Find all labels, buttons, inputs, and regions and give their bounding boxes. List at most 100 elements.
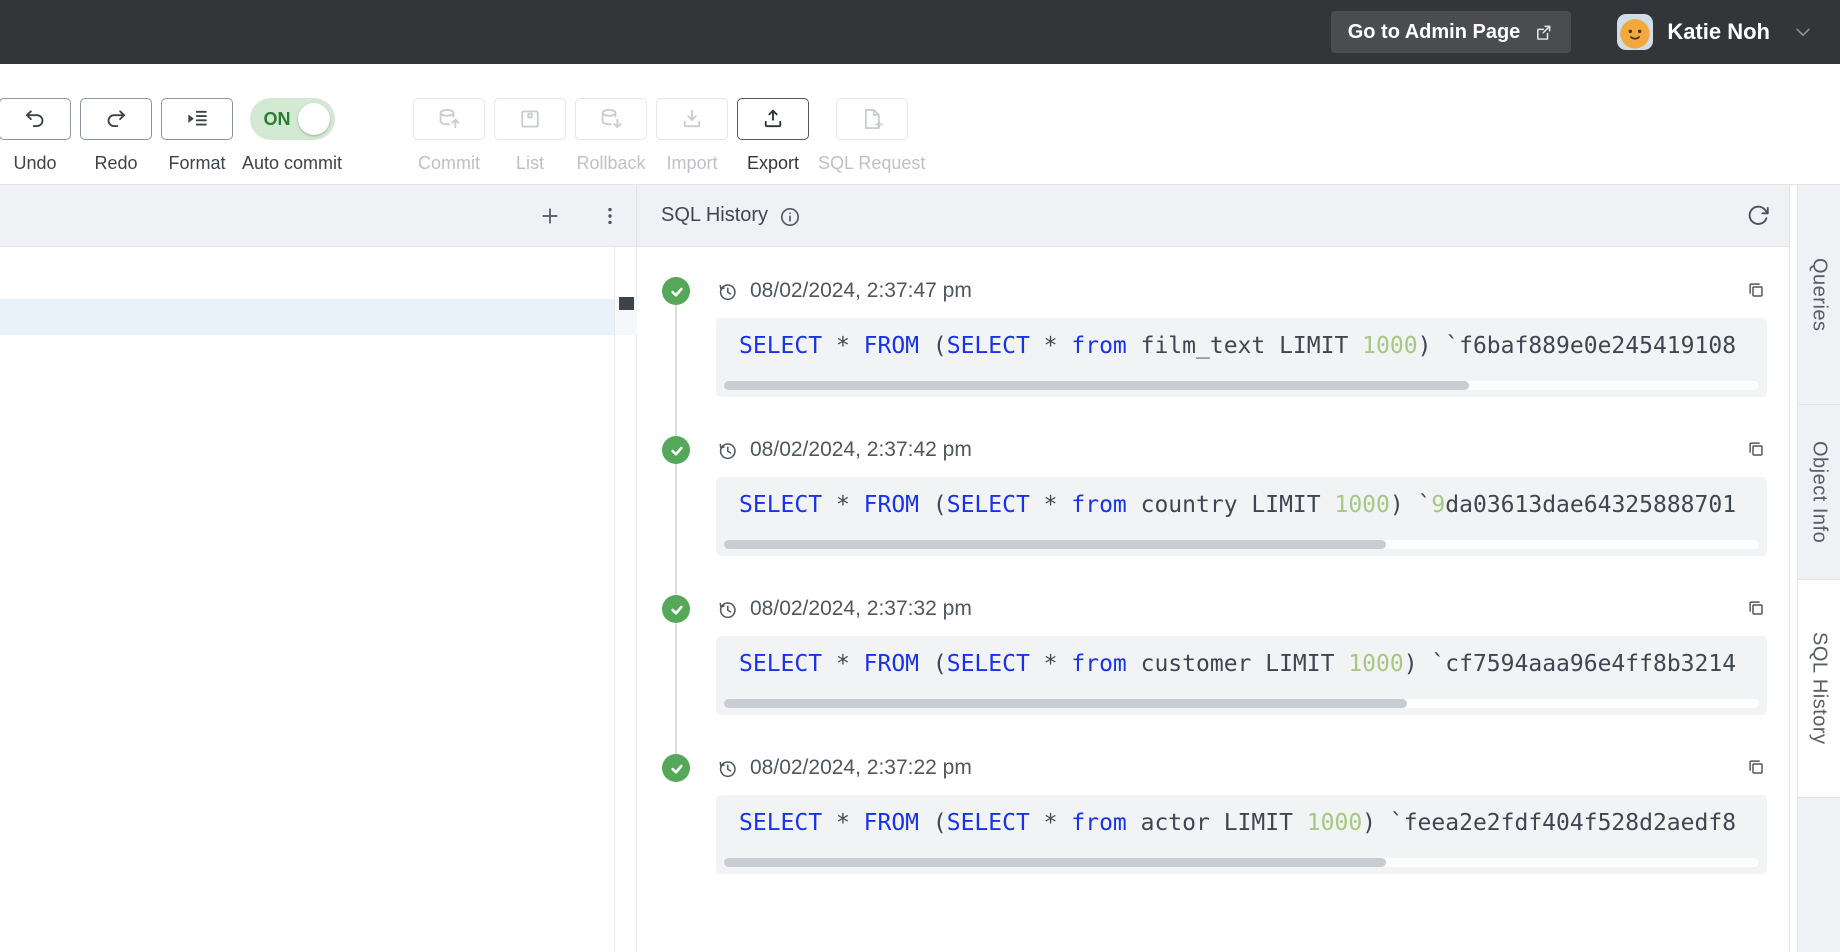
clock-history-icon: [716, 598, 739, 621]
sql-query-box[interactable]: SELECT * FROM (SELECT * from customer LI…: [716, 636, 1767, 715]
export-button[interactable]: [737, 98, 809, 140]
copy-icon: [1745, 438, 1767, 460]
toolbar-button-import[interactable]: Import: [656, 98, 728, 174]
tab-queries[interactable]: Queries: [1798, 185, 1840, 405]
list-button[interactable]: [494, 98, 566, 140]
sql-scrollbar-thumb[interactable]: [724, 540, 1386, 549]
import-tray-icon: [679, 106, 705, 132]
toolbar-button-label: SQL Request: [818, 153, 925, 174]
auto-commit-toggle[interactable]: ON: [250, 98, 335, 140]
sql-query-text: SELECT * FROM (SELECT * from actor LIMIT…: [739, 810, 1736, 836]
toolbar: Undo Redo Format ON Auto commit Commit L…: [0, 64, 1840, 185]
timeline-connector: [675, 291, 677, 768]
sql-request-button[interactable]: [836, 98, 908, 140]
external-link-icon: [1533, 22, 1554, 43]
sql-history-panel: SQL History 08/02/2024, 2:37:47 pm SELEC…: [637, 185, 1790, 952]
toolbar-button-commit[interactable]: Commit: [413, 98, 485, 174]
main-area: SQL History 08/02/2024, 2:37:47 pm SELEC…: [0, 185, 1840, 952]
tab-object-info[interactable]: Object Info: [1798, 405, 1840, 580]
clock-history-icon: [716, 280, 739, 303]
copy-icon: [1745, 597, 1767, 619]
sql-query-text: SELECT * FROM (SELECT * from country LIM…: [739, 492, 1736, 518]
toolbar-button-label: Rollback: [577, 153, 646, 174]
panel-gutter: [1790, 185, 1797, 952]
editor-panel-header: [0, 185, 636, 247]
format-indent-icon: [184, 106, 210, 132]
toolbar-button-format[interactable]: Format: [161, 98, 233, 174]
kebab-menu-icon: [598, 204, 622, 228]
toolbar-button-label: Commit: [418, 153, 480, 174]
history-entry: 08/02/2024, 2:37:47 pm SELECT * FROM (SE…: [716, 277, 1767, 397]
sql-scrollbar-thumb[interactable]: [724, 381, 1469, 390]
toolbar-button-list[interactable]: List: [494, 98, 566, 174]
format-button[interactable]: [161, 98, 233, 140]
editor-panel-body[interactable]: [0, 247, 636, 952]
toolbar-button-label: Export: [747, 153, 799, 174]
entry-timestamp: 08/02/2024, 2:37:22 pm: [750, 756, 972, 780]
toolbar-button-label: Undo: [13, 153, 56, 174]
chevron-down-icon: [1792, 21, 1814, 43]
go-to-admin-page-button[interactable]: Go to Admin Page: [1331, 11, 1572, 53]
copy-query-button[interactable]: [1745, 279, 1767, 304]
toggle-state-label: ON: [264, 109, 291, 130]
refresh-button[interactable]: [1745, 203, 1771, 229]
sql-query-box[interactable]: SELECT * FROM (SELECT * from actor LIMIT…: [716, 795, 1767, 874]
panel-menu-button[interactable]: [596, 202, 624, 230]
sql-query-box[interactable]: SELECT * FROM (SELECT * from country LIM…: [716, 477, 1767, 556]
success-check-icon: [662, 277, 690, 305]
entry-timestamp: 08/02/2024, 2:37:32 pm: [750, 597, 972, 621]
sql-scrollbar-thumb[interactable]: [724, 699, 1407, 708]
rollback-button[interactable]: [575, 98, 647, 140]
redo-button[interactable]: [80, 98, 152, 140]
tab-label: Queries: [1808, 258, 1831, 332]
sql-history-list: 08/02/2024, 2:37:47 pm SELECT * FROM (SE…: [637, 247, 1789, 952]
history-entry: 08/02/2024, 2:37:42 pm SELECT * FROM (SE…: [716, 436, 1767, 556]
editor-scrollbar-track: [614, 247, 615, 952]
import-button[interactable]: [656, 98, 728, 140]
success-check-icon: [662, 754, 690, 782]
sql-scrollbar-track[interactable]: [724, 858, 1759, 867]
undo-button[interactable]: [0, 98, 71, 140]
success-check-icon: [662, 595, 690, 623]
commit-button[interactable]: [413, 98, 485, 140]
entry-timestamp: 08/02/2024, 2:37:42 pm: [750, 438, 972, 462]
toolbar-button-export[interactable]: Export: [737, 98, 809, 174]
clock-history-icon: [716, 757, 739, 780]
copy-icon: [1745, 279, 1767, 301]
info-icon[interactable]: [779, 206, 801, 228]
tab-label: Object Info: [1808, 441, 1831, 543]
entry-timestamp: 08/02/2024, 2:37:47 pm: [750, 279, 972, 303]
editor-scrollbar-thumb[interactable]: [619, 297, 634, 310]
history-entry: 08/02/2024, 2:37:32 pm SELECT * FROM (SE…: [716, 595, 1767, 715]
right-tab-strip: Queries Object Info SQL History: [1797, 185, 1840, 952]
toolbar-button-label: Auto commit: [242, 153, 342, 174]
toolbar-button-redo[interactable]: Redo: [80, 98, 152, 174]
copy-query-button[interactable]: [1745, 438, 1767, 463]
toolbar-button-auto-commit[interactable]: ON Auto commit: [242, 98, 342, 174]
copy-query-button[interactable]: [1745, 597, 1767, 622]
export-tray-icon: [760, 106, 786, 132]
sql-scrollbar-track[interactable]: [724, 699, 1759, 708]
avatar: [1617, 14, 1653, 50]
admin-button-label: Go to Admin Page: [1348, 21, 1521, 44]
toolbar-button-rollback[interactable]: Rollback: [575, 98, 647, 174]
copy-query-button[interactable]: [1745, 756, 1767, 781]
selected-row-highlight[interactable]: [0, 299, 614, 335]
tab-sql-history[interactable]: SQL History: [1798, 580, 1840, 798]
archive-box-icon: [517, 106, 543, 132]
entry-header: 08/02/2024, 2:37:22 pm: [716, 754, 1767, 782]
sql-query-text: SELECT * FROM (SELECT * from customer LI…: [739, 651, 1736, 677]
sql-query-box[interactable]: SELECT * FROM (SELECT * from film_text L…: [716, 318, 1767, 397]
panel-title: SQL History: [661, 204, 768, 227]
toolbar-button-label: Redo: [94, 153, 137, 174]
database-up-icon: [436, 106, 462, 132]
user-menu[interactable]: Katie Noh: [1617, 14, 1814, 50]
clock-history-icon: [716, 439, 739, 462]
sql-scrollbar-track[interactable]: [724, 381, 1759, 390]
toolbar-button-sql-request[interactable]: SQL Request: [818, 98, 925, 174]
sql-scrollbar-thumb[interactable]: [724, 858, 1386, 867]
sql-scrollbar-track[interactable]: [724, 540, 1759, 549]
new-tab-button[interactable]: [536, 202, 564, 230]
toolbar-button-undo[interactable]: Undo: [0, 98, 71, 174]
success-check-icon: [662, 436, 690, 464]
